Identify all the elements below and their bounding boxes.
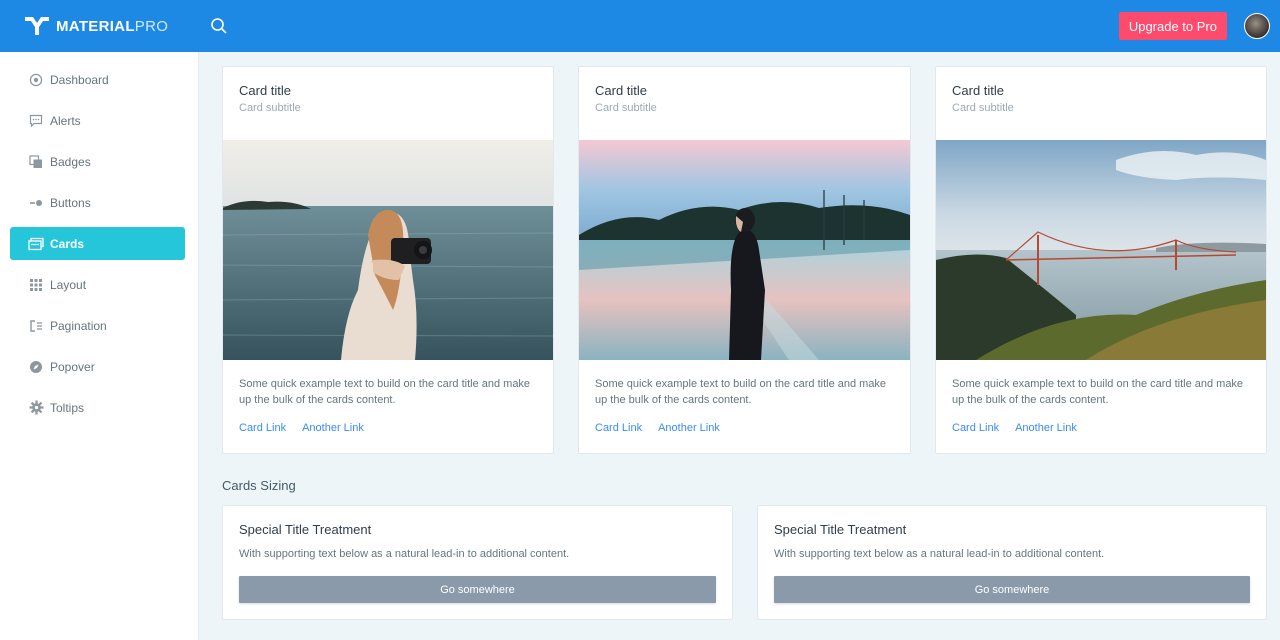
card-text: With supporting text below as a natural … <box>774 548 1105 560</box>
search-icon[interactable] <box>208 15 230 37</box>
sidebar-item-cards[interactable]: Cards <box>10 227 185 260</box>
grid-icon <box>28 277 44 293</box>
card-title: Special Title Treatment <box>239 522 372 537</box>
sidebar-item-label: Badges <box>50 154 91 169</box>
sidebar-item-label: Pagination <box>50 318 107 333</box>
card-image <box>223 140 553 360</box>
card-title: Card title <box>595 83 648 98</box>
card-links: Card Link Another Link <box>952 422 1077 434</box>
sidebar-item-label: Alerts <box>50 113 81 128</box>
card-subtitle: Card subtitle <box>952 102 1014 114</box>
gear-icon <box>28 400 44 416</box>
sidebar-item-popover[interactable]: Popover <box>10 350 185 383</box>
card-links: Card Link Another Link <box>595 422 720 434</box>
card-text: Some quick example text to build on the … <box>595 378 887 406</box>
sizing-card: Special Title Treatment With supporting … <box>222 505 733 620</box>
upgrade-button[interactable]: Upgrade to Pro <box>1118 12 1227 40</box>
sidebar: Dashboard Alerts Badges Buttons Cards La… <box>0 52 199 640</box>
card-image <box>936 140 1266 360</box>
card-text: Some quick example text to build on the … <box>952 378 1244 406</box>
sidebar-item-layout[interactable]: Layout <box>10 268 185 301</box>
avatar[interactable] <box>1244 13 1270 39</box>
sidebar-item-label: Dashboard <box>50 72 109 87</box>
sidebar-item-buttons[interactable]: Buttons <box>10 186 185 219</box>
compass-icon <box>28 359 44 375</box>
image-card: Card title Card subtitle Some quick exam… <box>222 66 554 454</box>
brand-logo[interactable]: MATERIALPRO <box>0 0 199 52</box>
sidebar-item-tooltips[interactable]: Toltips <box>10 391 185 424</box>
brand-name: MATERIALPRO <box>56 17 169 35</box>
another-link[interactable]: Another Link <box>1015 422 1077 434</box>
main-content: Card title Card subtitle Some quick exam… <box>199 52 1280 640</box>
sidebar-item-label: Layout <box>50 277 87 292</box>
pagination-icon <box>28 318 44 334</box>
card-image <box>579 140 910 360</box>
card-link[interactable]: Card Link <box>239 422 286 434</box>
card-title: Special Title Treatment <box>774 522 907 537</box>
sidebar-item-label: Cards <box>50 236 85 251</box>
card-title: Card title <box>239 83 292 98</box>
sidebar-item-label: Toltips <box>50 400 85 415</box>
image-card: Card title Card subtitle Some quick exam… <box>935 66 1267 454</box>
toggle-icon <box>28 195 44 211</box>
message-icon <box>28 113 44 129</box>
sidebar-item-alerts[interactable]: Alerts <box>10 104 185 137</box>
go-somewhere-button[interactable]: Go somewhere <box>239 576 716 603</box>
another-link[interactable]: Another Link <box>302 422 364 434</box>
top-navbar: MATERIALPRO Upgrade to Pro <box>0 0 1280 52</box>
card-text: Some quick example text to build on the … <box>239 378 531 406</box>
logo-icon <box>25 17 49 35</box>
section-heading: Cards Sizing <box>222 478 296 493</box>
card-link[interactable]: Card Link <box>952 422 999 434</box>
sidebar-item-label: Popover <box>50 359 95 374</box>
sidebar-item-pagination[interactable]: Pagination <box>10 309 185 342</box>
go-somewhere-button[interactable]: Go somewhere <box>774 576 1250 603</box>
image-card: Card title Card subtitle Some quick exam… <box>578 66 911 454</box>
card-text: With supporting text below as a natural … <box>239 548 570 560</box>
card-links: Card Link Another Link <box>239 422 364 434</box>
sidebar-item-label: Buttons <box>50 195 91 210</box>
card-subtitle: Card subtitle <box>595 102 657 114</box>
sidebar-item-badges[interactable]: Badges <box>10 145 185 178</box>
circle-dot-icon <box>28 72 44 88</box>
layers-icon <box>28 154 44 170</box>
another-link[interactable]: Another Link <box>658 422 720 434</box>
sizing-card: Special Title Treatment With supporting … <box>757 505 1267 620</box>
sidebar-item-dashboard[interactable]: Dashboard <box>10 63 185 96</box>
card-title: Card title <box>952 83 1005 98</box>
card-link[interactable]: Card Link <box>595 422 642 434</box>
cards-icon <box>28 236 44 252</box>
card-subtitle: Card subtitle <box>239 102 301 114</box>
